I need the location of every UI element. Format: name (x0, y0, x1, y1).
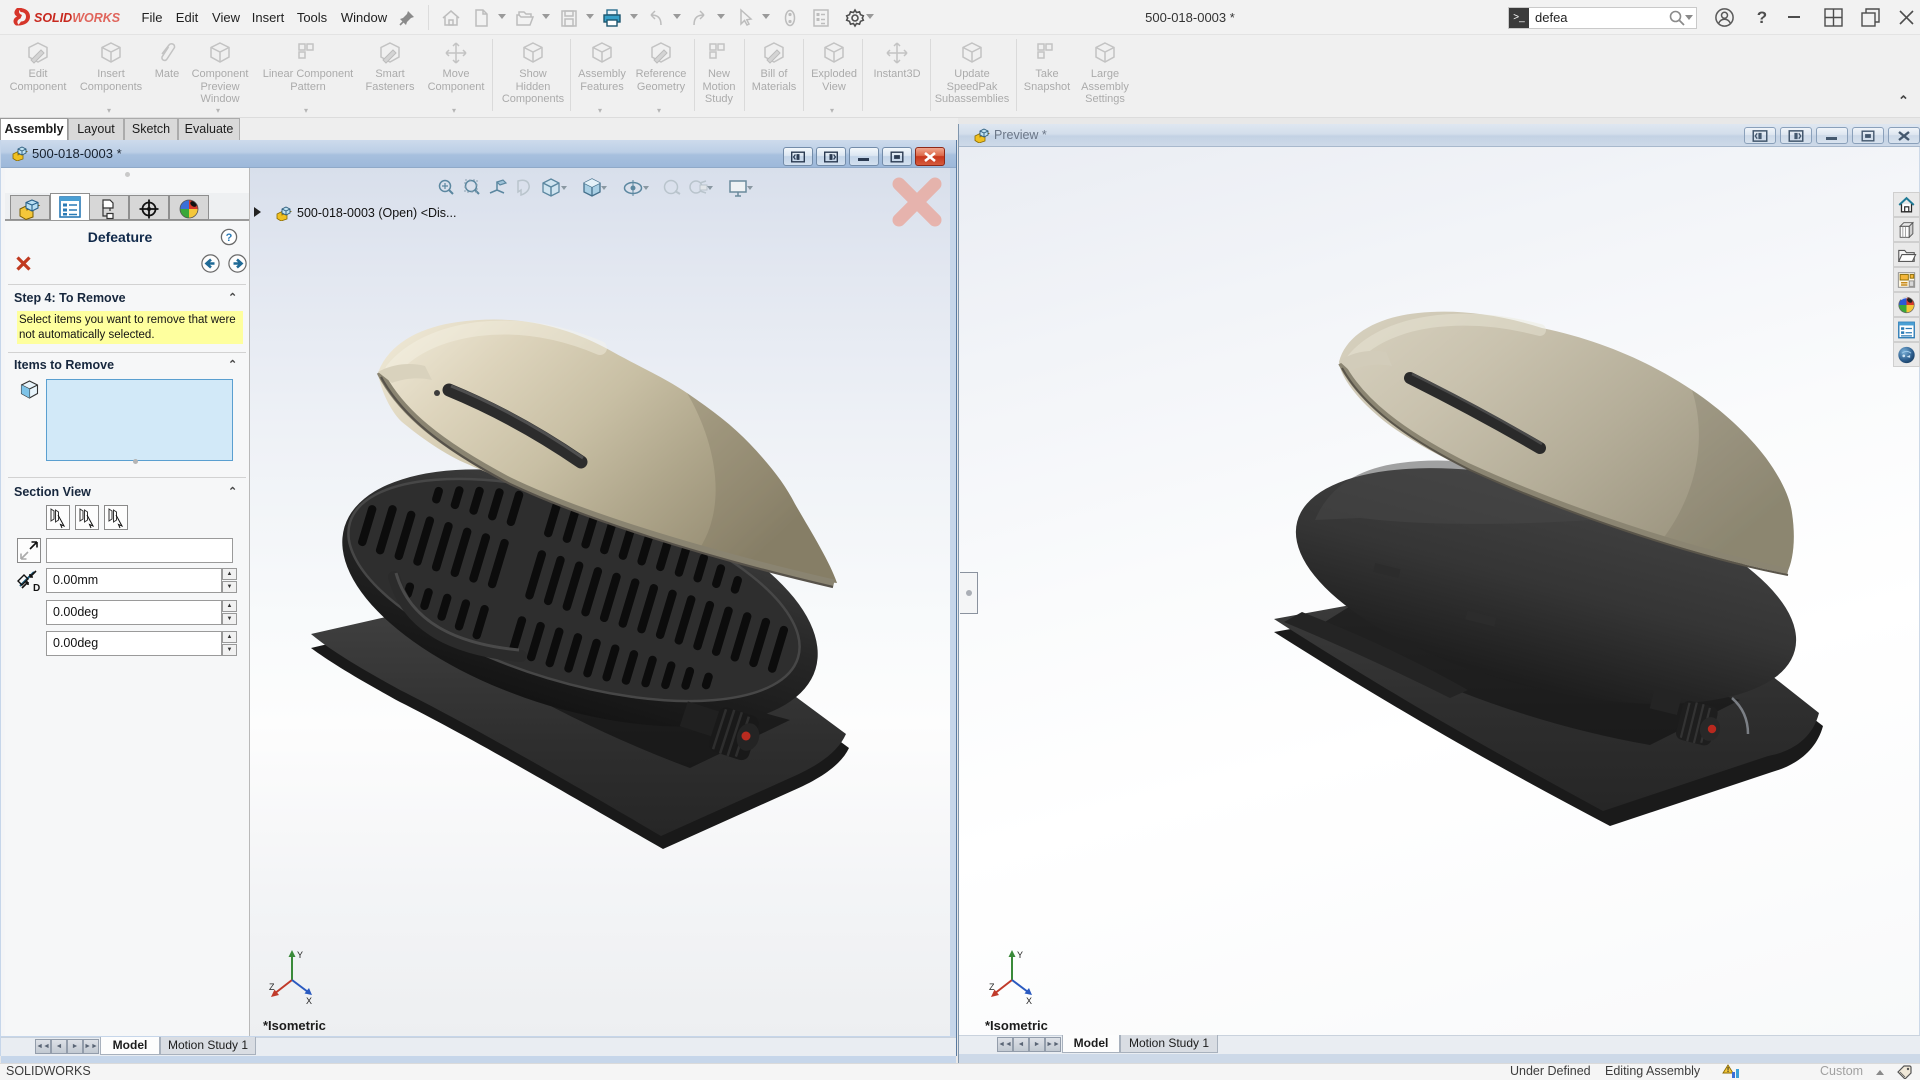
svg-text:Z: Z (989, 982, 995, 992)
svg-text:!: ! (1727, 1067, 1729, 1074)
svg-text:X: X (1026, 996, 1032, 1006)
svg-text:Z: Z (269, 982, 275, 992)
svg-text:?: ? (226, 232, 233, 244)
svg-text:D: D (33, 583, 40, 594)
svg-text:Y: Y (1017, 950, 1023, 960)
svg-text:X: X (306, 996, 312, 1006)
svg-text:Y: Y (297, 950, 303, 960)
